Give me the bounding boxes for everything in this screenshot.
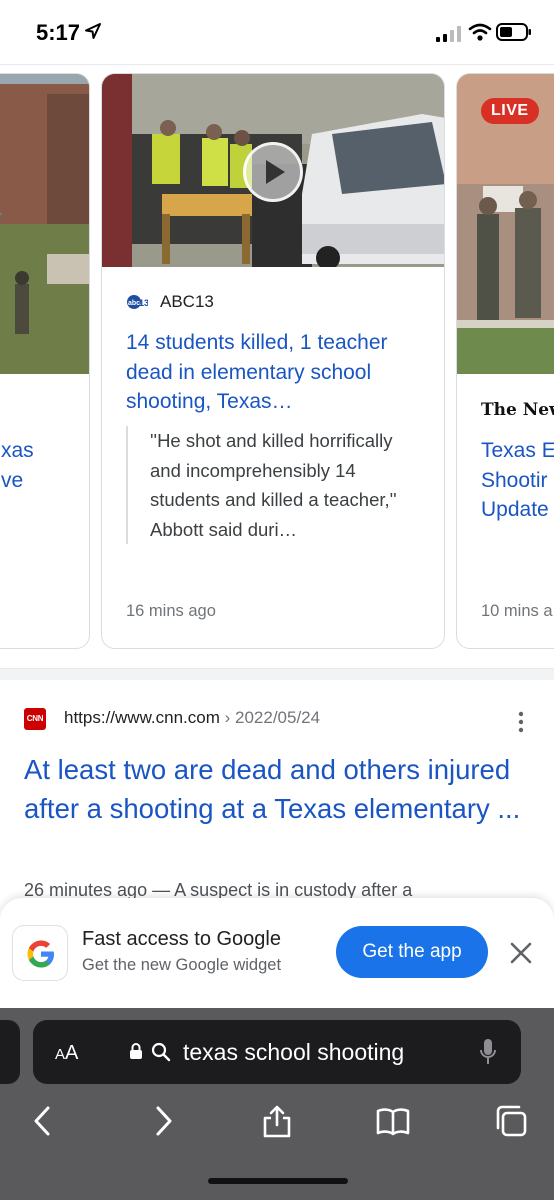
abc13-logo-icon: abc 13 (127, 295, 148, 309)
news-card-nyt-source: The New Y (481, 400, 554, 420)
news-card-left-image (0, 74, 89, 374)
result-date: › 2022/05/24 (219, 708, 321, 727)
news-card-abc13-headline[interactable]: 14 students killed, 1 teacher dead in el… (126, 328, 426, 417)
news-card-abc13-source-name: ABC13 (160, 292, 214, 311)
get-the-app-button[interactable]: Get the app (336, 926, 488, 978)
news-card-nyt-timestamp: 10 mins a (481, 602, 553, 620)
share-icon[interactable] (260, 1104, 294, 1138)
section-divider (0, 668, 554, 680)
mic-icon[interactable] (479, 1038, 497, 1066)
news-card-abc13-source: abc 13 ABC13 (126, 290, 214, 314)
news-card-nyt[interactable]: LIVE The New Y Texas E Shootir Update 10… (456, 73, 554, 649)
google-app-icon (12, 925, 68, 981)
previous-tab-preview[interactable] (0, 1020, 20, 1084)
home-indicator[interactable] (208, 1178, 348, 1184)
google-g-icon (27, 940, 54, 968)
news-card-left-headline[interactable]: xas ve (1, 436, 89, 495)
search-icon (151, 1042, 171, 1062)
cnn-favicon: CNN (24, 708, 46, 730)
news-card-abc13-timestamp: 16 mins ago (126, 602, 216, 620)
lock-icon (130, 1043, 142, 1059)
browser-toolbar: AA texas school shooting (0, 1008, 554, 1200)
battery-icon (496, 23, 531, 41)
news-card-nyt-headline[interactable]: Texas E Shootir Update (481, 436, 554, 525)
tabs-icon[interactable] (494, 1104, 528, 1138)
aa-big-label: A (65, 1042, 79, 1064)
status-time: 5:17 (36, 20, 81, 45)
aa-small-label: A (55, 1046, 66, 1063)
play-video-button[interactable] (243, 142, 303, 202)
status-bar: 5:17 (0, 0, 554, 64)
live-badge: LIVE (481, 98, 539, 124)
search-result-cnn[interactable]: CNN https://www.cnn.com › 2022/05/24 At … (0, 680, 554, 920)
wifi-icon (468, 23, 492, 41)
location-arrow-icon (85, 23, 101, 39)
news-card-nyt-image: LIVE (457, 74, 554, 374)
result-url-domain: https://www.cnn.com (64, 708, 220, 727)
svg-text:13: 13 (139, 298, 148, 308)
result-title-link[interactable]: At least two are dead and others injured… (24, 750, 534, 828)
address-bar[interactable]: AA texas school shooting (33, 1020, 521, 1084)
news-card-abc13-image (102, 74, 444, 267)
more-vert-icon[interactable] (512, 710, 530, 734)
result-url[interactable]: https://www.cnn.com › 2022/05/24 (64, 708, 320, 728)
top-stories-carousel[interactable]: xas ve abc 1 ABC13 14 students killed, 1… (0, 64, 554, 664)
play-icon (266, 160, 285, 184)
news-card-abc13-quote: ''He shot and killed horrifically and in… (126, 426, 420, 545)
google-app-promo: Fast access to Google Get the new Google… (0, 898, 554, 1008)
address-text[interactable]: texas school shooting (183, 1039, 404, 1066)
forward-icon[interactable] (146, 1104, 180, 1138)
promo-title: Fast access to Google (82, 928, 281, 950)
promo-subtitle: Get the new Google widget (82, 956, 282, 974)
reader-settings-button[interactable]: AA (55, 1042, 78, 1065)
news-card-left[interactable]: xas ve (0, 73, 90, 649)
back-icon[interactable] (26, 1104, 60, 1138)
signal-icon (436, 26, 461, 42)
bookmarks-icon[interactable] (376, 1104, 410, 1138)
news-card-abc13[interactable]: abc 13 ABC13 14 students killed, 1 teach… (101, 73, 445, 649)
close-icon[interactable] (508, 940, 534, 966)
